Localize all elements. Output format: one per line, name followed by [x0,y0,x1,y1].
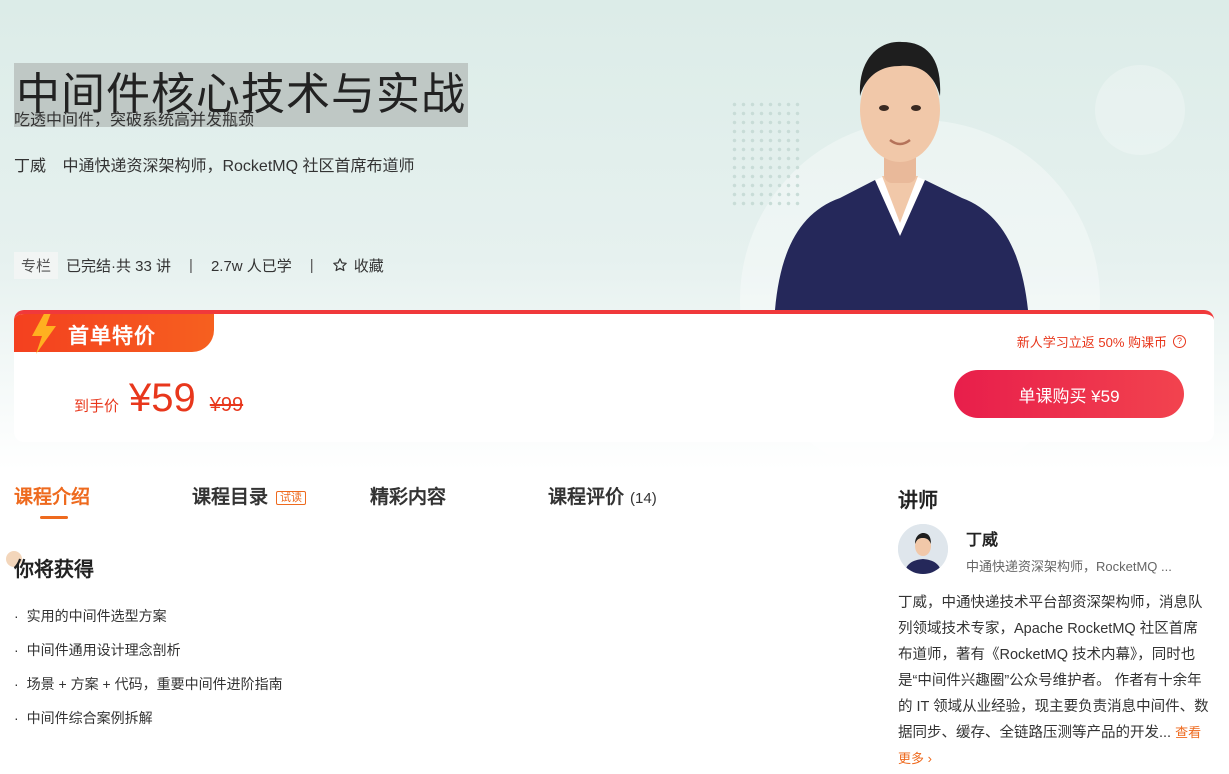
tab-reviews[interactable]: 课程评价 (14) [548,482,657,509]
price-row: 到手价 ¥59 ¥99 [74,376,243,421]
active-tab-indicator [40,516,68,519]
author-title: 中通快递资深架构师，RocketMQ 社区首席布道师 [62,158,415,175]
list-item: 实用的中间件选型方案 [14,606,283,640]
avatar-image [898,524,948,574]
list-item: 场景 + 方案 + 代码，重要中间件进阶指南 [14,674,283,708]
current-price: ¥59 [129,376,196,420]
course-status: 已完结·共 33 讲 [66,257,172,275]
tab-catalog[interactable]: 课程目录 试读 [192,482,307,509]
tab-intro[interactable]: 课程介绍 [14,482,90,509]
learner-count: 2.7w 人已学 [210,257,292,275]
promo-tag: 首单特价 [14,314,214,354]
new-user-note[interactable]: 新人学习立返 50% 购课币 ? [1017,332,1186,351]
tab-highlights[interactable]: 精彩内容 [370,482,446,509]
gains-list: 实用的中间件选型方案 中间件通用设计理念剖析 场景 + 方案 + 代码，重要中间… [14,606,283,742]
teacher-bio: 丁威，中通快递技术平台部资深架构师，消息队列领域技术专家，Apache Rock… [898,590,1210,772]
list-item: 中间件通用设计理念剖析 [14,640,283,674]
course-subtitle: 吃透中间件，突破系统高并发瓶颈 [14,112,255,129]
final-price-label: 到手价 [74,398,120,415]
favorite-label: 收藏 [353,257,384,275]
teacher-bio-text: 丁威，中通快递技术平台部资深架构师，消息队列领域技术专家，Apache Rock… [898,595,1209,741]
gains-title: 你将获得 [14,559,94,581]
decor-circle-small [1095,65,1185,155]
tab-label: 课程目录 [192,487,269,508]
column-badge: 专栏 [14,251,59,279]
trial-badge: 试读 [276,491,307,505]
course-tabs: 课程介绍 课程目录 试读 精彩内容 课程评价 (14) [14,480,854,520]
divider: | [309,256,314,274]
tab-label: 课程介绍 [14,487,91,508]
instructor-photo [775,41,1028,310]
list-item: 中间件综合案例拆解 [14,708,283,742]
tab-label: 精彩内容 [370,487,447,508]
teacher-name: 丁威 [966,532,999,549]
promo-label: 首单特价 [68,325,156,348]
chevron-right-icon: › [924,751,932,766]
new-user-text: 新人学习立返 50% 购课币 [1016,335,1167,350]
divider: | [189,256,193,274]
author-name: 丁威 [14,158,47,175]
review-count: (14) [630,490,657,507]
tab-label: 课程评价 [548,487,625,508]
avatar[interactable] [898,524,948,574]
course-meta: 专栏 已完结·共 33 讲 | 2.7w 人已学 | 收藏 [14,251,384,279]
buy-button[interactable]: 单课购买 ¥59 [954,370,1184,418]
original-price: ¥99 [209,394,244,416]
teacher-section-title: 讲师 [898,490,938,512]
teacher-role: 中通快递资深架构师，RocketMQ ... [966,559,1172,574]
help-icon[interactable]: ? [1173,335,1186,348]
favorite-button[interactable]: 收藏 [332,255,384,276]
course-author: 丁威 中通快递资深架构师，RocketMQ 社区首席布道师 [14,152,415,176]
price-card: 首单特价 新人学习立返 50% 购课币 ? 到手价 ¥59 ¥99 单课购买 ¥… [14,310,1214,442]
star-icon [332,258,347,272]
lightning-icon [32,314,56,354]
